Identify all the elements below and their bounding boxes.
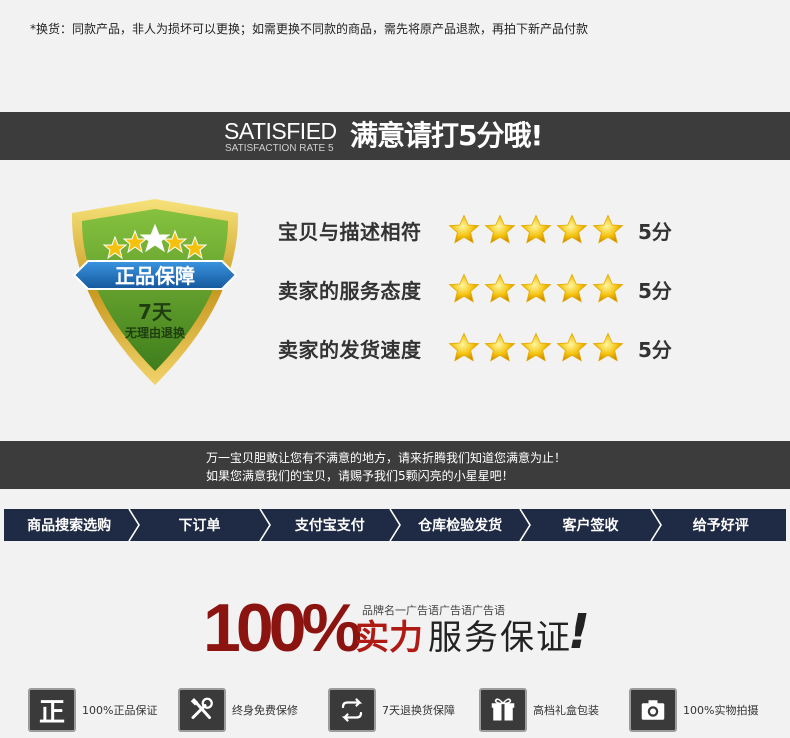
- star-icon: [520, 214, 552, 244]
- step-label: 支付宝支付: [294, 518, 365, 534]
- star-icon: [556, 214, 588, 244]
- gift-icon: [479, 688, 527, 732]
- zheng-icon: 正: [28, 688, 76, 732]
- chevron-right-icon: [258, 509, 271, 541]
- rating-stars[interactable]: [448, 273, 632, 305]
- rating-row: 卖家的发货速度 5分: [278, 330, 672, 366]
- star-icon: [592, 332, 624, 362]
- purchase-steps: 商品搜索选购 下订单 支付宝支付 仓库检验发货 客户签收 给予好评: [4, 509, 786, 541]
- rating-row: 卖家的服务态度 5分: [278, 271, 672, 307]
- star-icon: [556, 332, 588, 362]
- rating-score: 5分: [638, 337, 672, 362]
- step-label: 下订单: [178, 518, 221, 534]
- chevron-right-icon: [519, 509, 532, 541]
- badge-return: 无理由退换: [124, 325, 186, 340]
- quality-shield-badge: 正品保障 7天 无理由退换: [71, 199, 239, 385]
- guarantee-item: 正 100%正品保证: [28, 687, 157, 733]
- guarantee-label: 100%正品保证: [82, 704, 158, 717]
- star-icon: [484, 273, 516, 303]
- guarantee-label: 100%实物拍摄: [683, 704, 759, 717]
- step-label: 商品搜索选购: [27, 518, 112, 534]
- step-label: 客户签收: [562, 518, 619, 534]
- guarantee-label: 高档礼盒包装: [533, 704, 599, 717]
- badge-days: 7天: [138, 300, 173, 324]
- tools-icon: [178, 688, 226, 732]
- message-banner: 万一宝贝胆敢让您有不满意的地方，请来折腾我们知道您满意为止！ 如果您满意我们的宝…: [0, 441, 790, 489]
- star-icon: [520, 273, 552, 303]
- slogan-exclamation: !: [568, 604, 590, 660]
- zheng-glyph: 正: [38, 697, 65, 728]
- guarantee-item: 7天退换货保障: [328, 687, 455, 733]
- star-icon: [448, 214, 480, 244]
- chevron-right-icon: [389, 509, 401, 541]
- star-icon: [448, 332, 480, 362]
- rating-label: 宝贝与描述相符: [278, 219, 422, 244]
- rating-label: 卖家的服务态度: [278, 278, 422, 303]
- guarantee-item: 100%实物拍摄: [629, 687, 758, 733]
- star-icon: [592, 214, 624, 244]
- rating-row: 宝贝与描述相符 5分: [278, 212, 672, 248]
- star-icon: [556, 273, 588, 303]
- percent-100: 100%: [203, 590, 362, 666]
- rating-stars[interactable]: [448, 332, 632, 364]
- rating-score: 5分: [638, 219, 672, 244]
- step-item: 下订单: [134, 509, 271, 541]
- star-icon: [484, 214, 516, 244]
- step-item: 支付宝支付: [265, 509, 401, 541]
- guarantee-list: 正 100%正品保证 终身免费保修 7天退换货保障 高档礼盒包装 100%实物拍摄: [28, 687, 788, 733]
- chevron-right-icon: [649, 509, 662, 541]
- exchange-icon: [328, 688, 376, 732]
- step-item: 客户签收: [525, 509, 662, 541]
- step-label: 给予好评: [692, 518, 749, 534]
- guarantee-item: 高档礼盒包装: [479, 687, 599, 733]
- step-label: 仓库检验发货: [418, 518, 503, 534]
- badge-title: 正品保障: [115, 264, 195, 288]
- satisfied-title-en: SATISFIED: [224, 118, 337, 144]
- satisfied-subtitle-en: SATISFACTION RATE 5: [225, 143, 334, 154]
- message-line-1: 万一宝贝胆敢让您有不满意的地方，请来折腾我们知道您满意为止！: [206, 451, 567, 465]
- rating-label: 卖家的发货速度: [278, 337, 422, 362]
- slogan-strength: 实力: [355, 618, 423, 658]
- satisfied-banner: SATISFIED SATISFACTION RATE 5 满意请打5分哦!: [0, 112, 790, 160]
- chevron-right-icon: [128, 509, 141, 541]
- rating-stars[interactable]: [448, 214, 632, 246]
- camera-icon: [629, 688, 677, 732]
- exchange-note: *换货：同款产品，非人为损坏可以更换；如需更换不同款的商品，需先将原产品退款，再…: [30, 22, 589, 36]
- star-icon: [592, 273, 624, 303]
- star-icon: [484, 332, 516, 362]
- step-item: 商品搜索选购: [4, 509, 141, 541]
- guarantee-label: 7天退换货保障: [382, 704, 455, 717]
- step-item: 仓库检验发货: [395, 509, 532, 541]
- slogan-service: 服务保证: [428, 618, 572, 658]
- rating-score: 5分: [638, 278, 672, 303]
- guarantee-label: 终身免费保修: [232, 704, 298, 717]
- guarantee-item: 终身免费保修: [178, 687, 298, 733]
- brand-slogan-line: 品牌名一广告语广告语广告语: [362, 604, 505, 617]
- star-icon: [448, 273, 480, 303]
- message-line-2: 如果您满意我们的宝贝，请赐予我们5颗闪亮的小星星吧！: [206, 469, 514, 483]
- satisfied-title-cn: 满意请打5分哦!: [350, 119, 543, 152]
- step-item: 给予好评: [656, 509, 786, 541]
- star-icon: [520, 332, 552, 362]
